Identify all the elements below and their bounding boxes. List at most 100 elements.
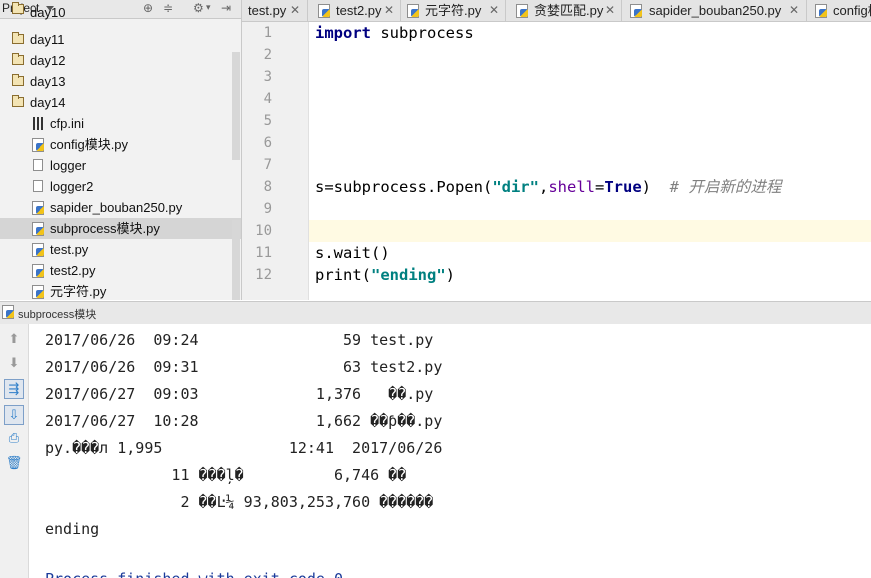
code-comment: # 开启新的进程 [669, 178, 782, 196]
console-output[interactable]: 2017/06/26 09:24 59 test.py 2017/06/26 0… [29, 324, 871, 578]
folder-icon [12, 74, 24, 86]
line-number: 10 [255, 223, 272, 239]
python-file-icon [32, 285, 44, 299]
scroll-to-end-icon[interactable]: ⇩ [4, 405, 24, 425]
soft-wrap-icon[interactable]: ⇶ [4, 379, 24, 399]
text-file-icon [33, 159, 43, 171]
tree-item-test2-py[interactable]: test2.py [0, 260, 241, 281]
tree-item-label: day12 [30, 53, 66, 68]
tree-item-label: sapider_bouban250.py [50, 200, 183, 215]
line-number: 9 [263, 201, 272, 217]
tree-item-day13[interactable]: day13 [0, 71, 241, 92]
python-file-icon [318, 4, 330, 18]
console-line: ending [45, 520, 100, 538]
code-line-1[interactable]: import subprocess [315, 22, 474, 44]
tab-tanlan-py[interactable]: 贪婪匹配.py ✕ [506, 0, 622, 21]
close-icon[interactable]: ✕ [384, 0, 394, 21]
tree-item-day10[interactable]: day10 [0, 2, 241, 20]
line-number-gutter: 1 2 3 4 5 6 7 8 9 10 11 12 [242, 22, 309, 300]
line-number: 3 [263, 69, 272, 85]
tree-item-label: config模块.py [50, 137, 129, 152]
keyword-import: import [315, 24, 371, 42]
folder-icon [12, 32, 24, 44]
tree-item-logger[interactable]: logger [0, 155, 241, 176]
tree-item-test-py[interactable]: test.py [0, 239, 241, 260]
console-line: 2017/06/26 09:24 59 test.py [45, 331, 434, 349]
tree-item-day14[interactable]: day14 [0, 92, 241, 113]
tree-item-label: 元字符.py [50, 284, 107, 299]
python-file-icon [32, 243, 44, 257]
print-icon[interactable]: ⎙ [4, 429, 24, 449]
tree-item-subprocess-py[interactable]: subprocess模块.py [0, 218, 241, 239]
tree-item-sapider-bouban250[interactable]: sapider_bouban250.py [0, 197, 241, 218]
tab-yuanzifu-py[interactable]: 元字符.py ✕ [401, 0, 506, 21]
editor-tab-bar: test.py ✕ test2.py ✕ 元字符.py ✕ 贪婪匹配.py ✕ … [242, 0, 871, 22]
tree-item-day11[interactable]: day11 [0, 29, 241, 50]
project-scrollbar-thumb-lower[interactable] [232, 220, 240, 300]
close-icon[interactable]: ✕ [789, 0, 799, 21]
console-line: 2017/06/27 09:03 1,376 ��.py [45, 385, 434, 403]
tree-item-label: day14 [30, 95, 66, 110]
run-panel-header: subprocess模块 [0, 301, 871, 325]
tab-label: config模 [833, 3, 871, 18]
close-icon[interactable]: ✕ [290, 0, 300, 21]
python-file-icon [815, 4, 827, 18]
tree-item-day12[interactable]: day12 [0, 50, 241, 71]
keyword-true: True [604, 178, 642, 196]
python-file-icon [516, 4, 528, 18]
tree-item-yuanzifu-py[interactable]: 元字符.py [0, 281, 241, 300]
tree-item-config-py[interactable]: config模块.py [0, 134, 241, 155]
tree-item-label: day10 [30, 5, 66, 20]
python-file-icon [32, 222, 44, 236]
code-text: , [538, 178, 549, 196]
code-text: s=subprocess.Popen( [315, 178, 493, 196]
current-line-highlight [309, 220, 871, 242]
console-line: 2017/06/26 09:31 63 test2.py [45, 358, 443, 376]
tree-item-label: test2.py [50, 263, 96, 278]
tree-item-label: subprocess模块.py [50, 221, 160, 236]
code-text: = [595, 178, 605, 196]
tree-item-label: test.py [50, 242, 89, 257]
project-scrollbar-thumb[interactable] [232, 52, 240, 160]
console-line: 2017/06/27 10:28 1,662 ��ƥ��.py [45, 412, 443, 430]
trash-icon[interactable]: 🗑 [4, 454, 24, 474]
code-line-8[interactable]: s=subprocess.Popen("dir",shell=True) # 开… [315, 176, 781, 198]
line-number: 8 [263, 179, 272, 195]
folder-icon [12, 53, 24, 65]
code-line-11[interactable]: s.wait() [315, 242, 390, 264]
tab-test2-py[interactable]: test2.py ✕ [308, 0, 401, 21]
tab-config[interactable]: config模 [807, 0, 871, 21]
code-text: ) [445, 266, 455, 284]
arrow-down-icon[interactable]: ⬇ [4, 354, 24, 374]
line-number: 12 [255, 267, 272, 283]
line-number: 1 [263, 25, 272, 41]
close-icon[interactable]: ✕ [605, 0, 615, 21]
run-config-title[interactable]: subprocess模块 [18, 306, 96, 322]
code-text: subprocess [371, 24, 474, 42]
python-file-icon [32, 264, 44, 278]
close-icon[interactable]: ✕ [489, 0, 499, 21]
tree-item-label: day13 [30, 74, 66, 89]
ini-file-icon [33, 117, 43, 130]
code-text: ) [641, 178, 670, 196]
tab-label: 贪婪匹配.py [534, 3, 604, 18]
tab-sapider-bouban250[interactable]: sapider_bouban250.py ✕ [622, 0, 807, 21]
string-literal: "dir" [492, 178, 539, 196]
console-line: py.���л 1,995 12:41 2017/06/26 [45, 439, 443, 457]
python-file-icon [32, 201, 44, 215]
folder-icon [12, 2, 24, 14]
tab-label: test2.py [336, 3, 382, 18]
tree-item-label: logger2 [50, 179, 94, 194]
folder-icon [12, 95, 24, 107]
tab-test-py[interactable]: test.py ✕ [242, 0, 308, 21]
code-line-12[interactable]: print("ending") [315, 264, 455, 286]
code-editor[interactable]: import subprocess s=subprocess.Popen("di… [309, 22, 871, 300]
string-literal: "ending" [371, 266, 446, 284]
python-file-icon [630, 4, 642, 18]
tree-item-label: day11 [30, 32, 65, 47]
python-file-icon [32, 138, 44, 152]
tree-item-cfp-ini[interactable]: cfp.ini [0, 113, 241, 134]
tree-item-label: cfp.ini [50, 116, 84, 131]
arrow-up-icon[interactable]: ⬆ [4, 330, 24, 350]
tree-item-logger2[interactable]: logger2 [0, 176, 241, 197]
